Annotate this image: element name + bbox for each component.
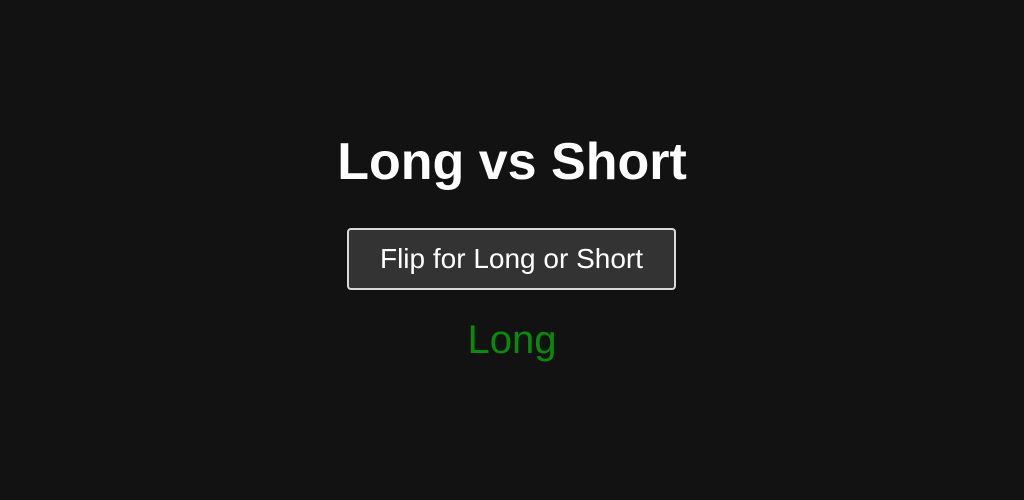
result-text: Long (467, 318, 557, 362)
page: Long vs Short Flip for Long or Short Lon… (0, 0, 1024, 500)
page-title: Long vs Short (337, 133, 687, 191)
flip-button[interactable]: Flip for Long or Short (347, 228, 676, 290)
